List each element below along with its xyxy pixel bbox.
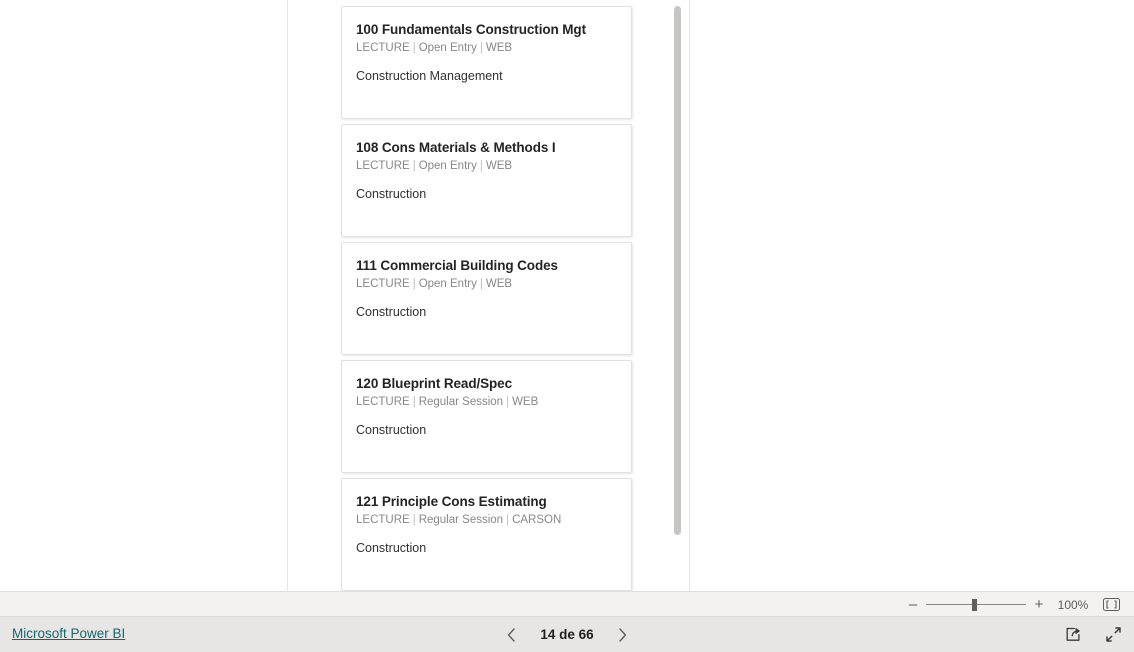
course-type: LECTURE [356,160,410,172]
course-department: Construction [356,541,427,555]
course-department: Construction Management [356,69,503,83]
course-card[interactable]: 100 Fundamentals Construction Mgt LECTUR… [341,6,632,119]
course-location: WEB [485,42,513,54]
zoom-in-button[interactable]: + [1030,595,1048,615]
course-session: Regular Session [418,514,504,526]
meta-separator: | [479,278,483,290]
zoom-toolbar: – + 100% [0,591,1134,617]
footer-actions [1062,617,1124,652]
course-type: LECTURE [356,396,410,408]
course-meta: LECTURE | Regular Session | WEB [356,394,617,410]
zoom-out-icon: – [908,596,918,613]
course-meta: LECTURE | Open Entry | WEB [356,276,617,292]
meta-separator: | [479,160,483,172]
course-card[interactable]: 120 Blueprint Read/Spec LECTURE | Regular … [341,360,632,473]
course-department: Construction [356,423,427,437]
course-meta: LECTURE | Open Entry | WEB [356,158,617,174]
course-session: Open Entry [418,160,477,172]
fullscreen-icon [1105,626,1122,643]
course-title: 108 Cons Materials & Methods I [356,140,556,155]
course-location: CARSON [512,514,562,526]
scrollbar-thumb[interactable] [674,6,681,535]
course-meta: LECTURE | Regular Session | CARSON [356,512,617,528]
course-type: LECTURE [356,42,410,54]
share-button[interactable] [1062,624,1084,646]
chevron-left-icon [507,627,516,642]
zoom-controls: – + 100% [904,592,1122,617]
footer-bar: Microsoft Power BI 14 de 66 [0,617,1134,652]
course-session: Open Entry [418,42,477,54]
chevron-right-icon [618,627,627,642]
course-card[interactable]: 111 Commercial Building Codes LECTURE | Op… [341,242,632,355]
visual-vertical-scrollbar[interactable] [673,0,683,591]
meta-separator: | [506,396,510,408]
course-session: Open Entry [418,278,477,290]
course-card-list-visual[interactable]: 100 Fundamentals Construction Mgt LECTUR… [287,0,690,591]
fullscreen-button[interactable] [1102,624,1124,646]
zoom-out-button[interactable]: – [904,595,922,615]
report-canvas: 100 Fundamentals Construction Mgt LECTUR… [0,0,1134,591]
fit-to-page-icon [1102,598,1120,611]
course-location: WEB [512,396,539,408]
meta-separator: | [412,160,416,172]
course-department: Construction [356,305,427,319]
page-indicator-label: 14 de 66 [540,627,594,642]
course-card[interactable]: 121 Principle Cons Estimating LECTURE | Re… [341,478,632,591]
next-page-button[interactable] [614,624,632,646]
meta-separator: | [506,514,510,526]
meta-separator: | [412,396,416,408]
meta-separator: | [412,514,416,526]
course-session: Regular Session [418,396,504,408]
meta-separator: | [479,42,483,54]
zoom-slider[interactable] [926,598,1026,612]
course-type: LECTURE [356,278,410,290]
course-title: 120 Blueprint Read/Spec [356,376,513,391]
zoom-percent-label: 100% [1057,597,1089,612]
zoom-in-icon: + [1034,596,1044,613]
course-title: 121 Principle Cons Estimating [356,494,547,509]
course-location: WEB [485,278,513,290]
microsoft-power-bi-link[interactable]: Microsoft Power BI [12,626,125,641]
course-meta: LECTURE | Open Entry | WEB [356,40,617,56]
card-scroll-area: 100 Fundamentals Construction Mgt LECTUR… [288,0,689,591]
course-department: Construction [356,187,427,201]
fit-to-page-button[interactable] [1100,595,1122,615]
course-type: LECTURE [356,514,410,526]
meta-separator: | [412,42,416,54]
zoom-slider-thumb[interactable] [972,598,977,611]
previous-page-button[interactable] [502,624,520,646]
course-title: 111 Commercial Building Codes [356,258,558,273]
page-navigation: 14 de 66 [0,617,1134,652]
meta-separator: | [412,278,416,290]
course-location: WEB [485,160,513,172]
course-card[interactable]: 108 Cons Materials & Methods I LECTURE | O… [341,124,632,237]
course-title: 100 Fundamentals Construction Mgt [356,22,586,37]
share-icon [1065,626,1082,643]
